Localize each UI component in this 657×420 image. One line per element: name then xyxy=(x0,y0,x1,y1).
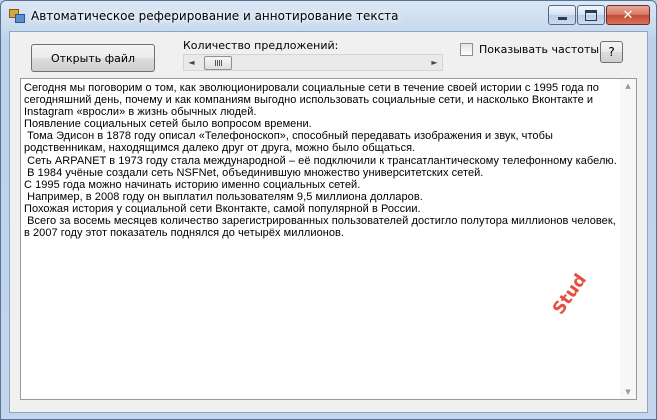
document-line: сегодняшний день, почему и как компаниям… xyxy=(24,94,594,107)
open-file-button[interactable]: Открыть файл xyxy=(31,44,155,72)
document-textbox[interactable]: Сегодня мы поговорим о том, как эволюцио… xyxy=(20,78,637,400)
minimize-icon xyxy=(557,16,567,20)
checkbox-box[interactable] xyxy=(460,43,473,56)
scroll-up-icon[interactable]: ▲ xyxy=(620,79,636,93)
document-line: Похожая история у социальной сети Вконта… xyxy=(24,202,421,215)
maximize-icon xyxy=(585,9,597,21)
scroll-down-icon[interactable]: ▼ xyxy=(620,385,636,399)
document-line: родственникам, находящимся далеко друг о… xyxy=(24,142,416,155)
document-line: Тома Эдисон в 1878 году описал «Телефоно… xyxy=(24,130,553,143)
document-line: Сегодня мы поговорим о том, как эволюцио… xyxy=(24,82,599,94)
document-line: Сеть ARPANET в 1973 году стала междунаро… xyxy=(24,154,617,167)
minimize-button[interactable] xyxy=(548,5,576,25)
scroll-left-icon[interactable]: ◄ xyxy=(184,55,199,70)
document-line: С 1995 года можно начинать историю именн… xyxy=(24,178,361,191)
document-text: Сегодня мы поговорим о том, как эволюцио… xyxy=(24,82,617,240)
window-title: Автоматическое реферирование и аннотиров… xyxy=(31,9,399,23)
maximize-button[interactable] xyxy=(577,5,605,25)
title-bar[interactable]: Автоматическое реферирование и аннотиров… xyxy=(1,1,656,31)
sentence-count-label: Количество предложений: xyxy=(183,39,339,52)
document-line: Instagram «вросли» в жизнь обычных людей… xyxy=(24,106,257,119)
document-line: в 2007 году этот показатель поднялся до … xyxy=(24,227,345,240)
show-frequencies-checkbox[interactable]: Показывать частоты xyxy=(460,43,599,56)
document-line: Всего за восемь месяцев количество зарег… xyxy=(24,215,616,228)
app-icon xyxy=(9,9,25,23)
close-icon: ✕ xyxy=(622,7,634,23)
close-button[interactable]: ✕ xyxy=(606,5,650,25)
client-area: Открыть файл Количество предложений: ◄ ►… xyxy=(9,31,648,413)
show-frequencies-label: Показывать частоты xyxy=(479,43,600,56)
document-line: Например, в 2008 году он выплатил пользо… xyxy=(24,190,423,203)
help-button[interactable]: ? xyxy=(600,41,623,63)
vertical-scrollbar[interactable]: ▲ ▼ xyxy=(620,79,636,399)
document-line: В 1984 учёные создали сеть NSFNet, объед… xyxy=(24,166,484,179)
sentence-count-scrollbar[interactable]: ◄ ► xyxy=(183,54,443,71)
document-line: Появление социальных сетей было вопросом… xyxy=(24,118,312,131)
scrollbar-thumb[interactable] xyxy=(204,56,232,70)
caption-buttons: ✕ xyxy=(547,5,650,25)
scroll-right-icon[interactable]: ► xyxy=(427,55,442,70)
app-window: Автоматическое реферирование и аннотиров… xyxy=(0,0,657,420)
grip-icon xyxy=(214,60,222,66)
